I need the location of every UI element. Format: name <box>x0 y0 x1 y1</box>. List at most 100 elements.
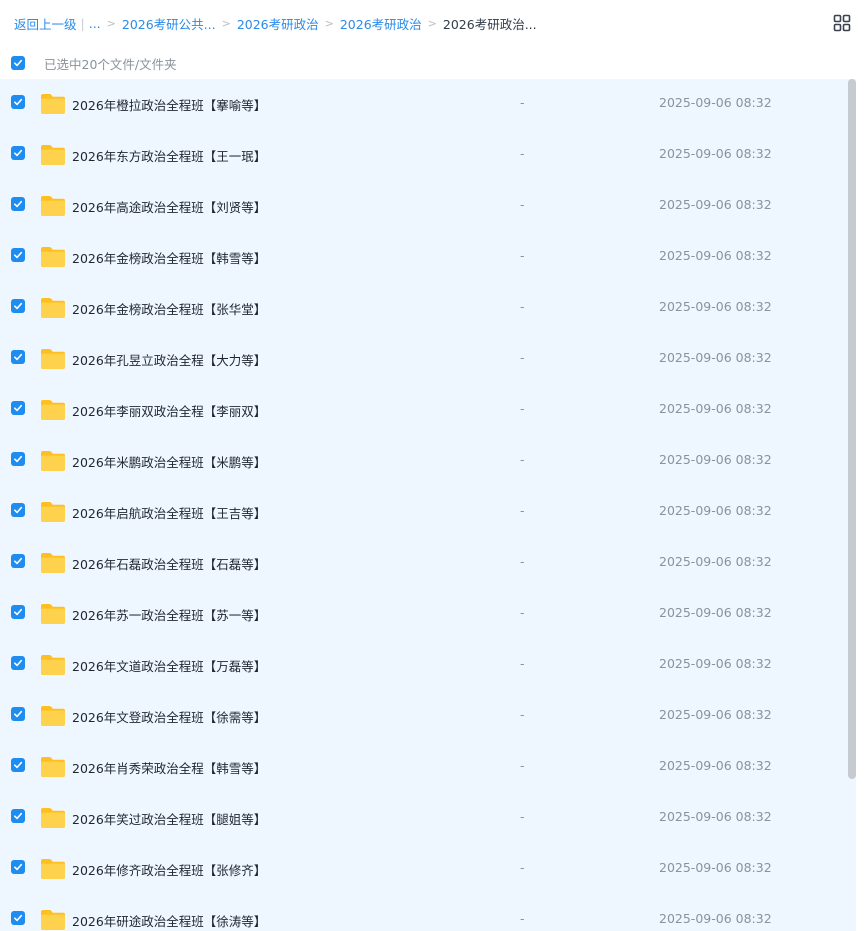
file-name[interactable]: 2026年启航政治全程班【王吉等】 <box>72 503 266 522</box>
file-row[interactable]: 2026年石磊政治全程班【石磊等】 - 2025-09-06 08:32 <box>0 538 856 589</box>
file-row[interactable]: 2026年李丽双政治全程【李丽双】 - 2025-09-06 08:32 <box>0 385 856 436</box>
row-checkbox[interactable] <box>11 146 25 160</box>
scrollbar[interactable] <box>848 79 856 779</box>
row-checkbox[interactable] <box>11 554 25 568</box>
row-checkbox[interactable] <box>11 656 25 670</box>
file-row[interactable]: 2026年肖秀荣政治全程【韩雪等】 - 2025-09-06 08:32 <box>0 742 856 793</box>
file-name[interactable]: 2026年文道政治全程班【万磊等】 <box>72 656 266 675</box>
file-date: 2025-09-06 08:32 <box>659 248 772 263</box>
file-row[interactable]: 2026年文登政治全程班【徐需等】 - 2025-09-06 08:32 <box>0 691 856 742</box>
file-name[interactable]: 2026年李丽双政治全程【李丽双】 <box>72 401 266 420</box>
file-row[interactable]: 2026年文道政治全程班【万磊等】 - 2025-09-06 08:32 <box>0 640 856 691</box>
file-name[interactable]: 2026年修齐政治全程班【张修齐】 <box>72 860 266 879</box>
file-row[interactable]: 2026年研途政治全程班【徐涛等】 - 2025-09-06 08:32 <box>0 895 856 931</box>
check-icon <box>14 98 23 106</box>
file-name[interactable]: 2026年东方政治全程班【王一珉】 <box>72 146 266 165</box>
selection-count: 已选中20个文件/文件夹 <box>44 56 177 72</box>
file-size: - <box>520 605 525 620</box>
file-size: - <box>520 758 525 773</box>
check-icon <box>14 863 23 871</box>
row-checkbox[interactable] <box>11 707 25 721</box>
row-checkbox[interactable] <box>11 605 25 619</box>
file-row[interactable]: 2026年橙拉政治全程班【搴喻等】 - 2025-09-06 08:32 <box>0 79 856 130</box>
file-size: - <box>520 911 525 926</box>
row-checkbox[interactable] <box>11 350 25 364</box>
folder-icon <box>40 144 66 166</box>
file-name[interactable]: 2026年橙拉政治全程班【搴喻等】 <box>72 95 266 114</box>
breadcrumb-divider: | <box>80 15 85 31</box>
file-row[interactable]: 2026年笑过政治全程班【腿姐等】 - 2025-09-06 08:32 <box>0 793 856 844</box>
folder-icon <box>40 756 66 778</box>
file-name[interactable]: 2026年肖秀荣政治全程【韩雪等】 <box>72 758 266 777</box>
file-date: 2025-09-06 08:32 <box>659 554 772 569</box>
file-row[interactable]: 2026年启航政治全程班【王吉等】 - 2025-09-06 08:32 <box>0 487 856 538</box>
file-row[interactable]: 2026年金榜政治全程班【张华堂】 - 2025-09-06 08:32 <box>0 283 856 334</box>
folder-icon <box>40 246 66 268</box>
breadcrumb-ellipsis[interactable]: ... <box>89 16 101 31</box>
check-icon <box>14 812 23 820</box>
file-name[interactable]: 2026年金榜政治全程班【韩雪等】 <box>72 248 266 267</box>
file-name[interactable]: 2026年高途政治全程班【刘贤等】 <box>72 197 266 216</box>
grid-view-icon[interactable] <box>833 14 851 32</box>
check-icon <box>14 659 23 667</box>
check-icon <box>14 353 23 361</box>
check-icon <box>14 557 23 565</box>
file-size: - <box>520 299 525 314</box>
folder-icon <box>40 552 66 574</box>
breadcrumb-item[interactable]: 2026考研政治 <box>237 14 319 33</box>
file-name[interactable]: 2026年苏一政治全程班【苏一等】 <box>72 605 266 624</box>
file-row[interactable]: 2026年高途政治全程班【刘贤等】 - 2025-09-06 08:32 <box>0 181 856 232</box>
file-row[interactable]: 2026年金榜政治全程班【韩雪等】 - 2025-09-06 08:32 <box>0 232 856 283</box>
check-icon <box>14 608 23 616</box>
row-checkbox[interactable] <box>11 401 25 415</box>
file-date: 2025-09-06 08:32 <box>659 197 772 212</box>
file-name[interactable]: 2026年笑过政治全程班【腿姐等】 <box>72 809 266 828</box>
file-date: 2025-09-06 08:32 <box>659 605 772 620</box>
file-name[interactable]: 2026年金榜政治全程班【张华堂】 <box>72 299 266 318</box>
breadcrumb-current: 2026考研政治... <box>442 16 537 32</box>
breadcrumb-item[interactable]: 2026考研公共... <box>122 14 216 33</box>
file-name[interactable]: 2026年孔昱立政治全程【大力等】 <box>72 350 266 369</box>
file-name[interactable]: 2026年研途政治全程班【徐涛等】 <box>72 911 266 930</box>
file-date: 2025-09-06 08:32 <box>659 758 772 773</box>
file-size: - <box>520 656 525 671</box>
row-checkbox[interactable] <box>11 197 25 211</box>
file-row[interactable]: 2026年米鹏政治全程班【米鹏等】 - 2025-09-06 08:32 <box>0 436 856 487</box>
chevron-right-icon: > <box>106 16 116 30</box>
folder-icon <box>40 705 66 727</box>
check-icon <box>14 251 23 259</box>
file-date: 2025-09-06 08:32 <box>659 452 772 467</box>
file-name[interactable]: 2026年石磊政治全程班【石磊等】 <box>72 554 266 573</box>
file-size: - <box>520 248 525 263</box>
row-checkbox[interactable] <box>11 911 25 925</box>
folder-icon <box>40 399 66 421</box>
row-checkbox[interactable] <box>11 95 25 109</box>
file-size: - <box>520 452 525 467</box>
file-row[interactable]: 2026年苏一政治全程班【苏一等】 - 2025-09-06 08:32 <box>0 589 856 640</box>
selection-bar: 已选中20个文件/文件夹 <box>0 50 868 76</box>
select-all-checkbox[interactable] <box>11 56 25 70</box>
row-checkbox[interactable] <box>11 758 25 772</box>
check-icon <box>14 302 23 310</box>
file-row[interactable]: 2026年修齐政治全程班【张修齐】 - 2025-09-06 08:32 <box>0 844 856 895</box>
file-row[interactable]: 2026年东方政治全程班【王一珉】 - 2025-09-06 08:32 <box>0 130 856 181</box>
row-checkbox[interactable] <box>11 503 25 517</box>
back-link[interactable]: 返回上一级 <box>14 14 77 33</box>
row-checkbox[interactable] <box>11 809 25 823</box>
row-checkbox[interactable] <box>11 299 25 313</box>
file-name[interactable]: 2026年米鹏政治全程班【米鹏等】 <box>72 452 266 471</box>
check-icon <box>14 149 23 157</box>
chevron-right-icon: > <box>324 16 334 30</box>
file-row[interactable]: 2026年孔昱立政治全程【大力等】 - 2025-09-06 08:32 <box>0 334 856 385</box>
chevron-right-icon: > <box>427 16 437 30</box>
folder-icon <box>40 195 66 217</box>
check-icon <box>14 710 23 718</box>
file-size: - <box>520 707 525 722</box>
check-icon <box>14 914 23 922</box>
row-checkbox[interactable] <box>11 248 25 262</box>
file-name[interactable]: 2026年文登政治全程班【徐需等】 <box>72 707 266 726</box>
row-checkbox[interactable] <box>11 452 25 466</box>
row-checkbox[interactable] <box>11 860 25 874</box>
breadcrumb-item[interactable]: 2026考研政治 <box>340 14 422 33</box>
file-size: - <box>520 401 525 416</box>
